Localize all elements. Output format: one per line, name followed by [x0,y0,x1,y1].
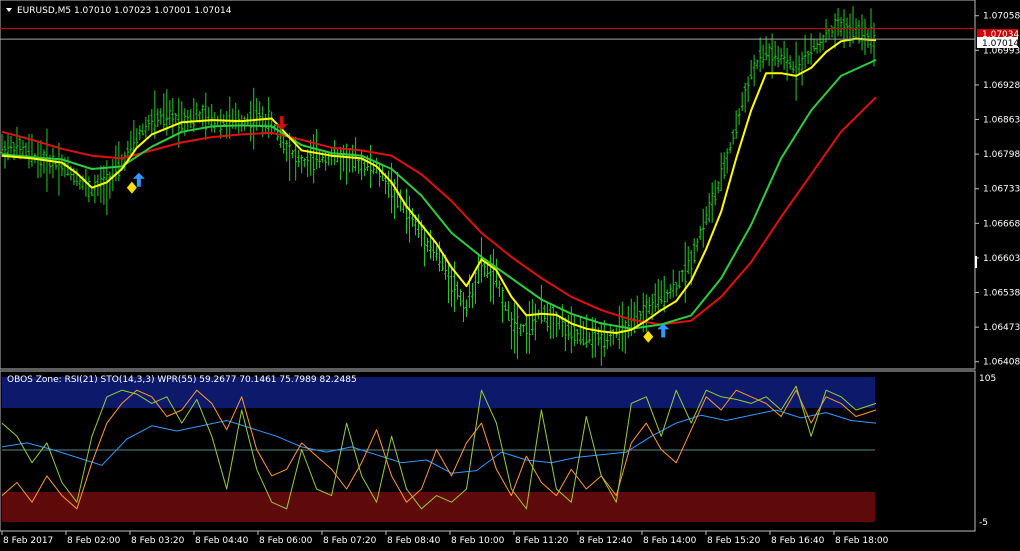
price-tick-label: 1.06733 [983,185,1020,195]
time-tick-label: 8 Feb 11:20 [515,536,569,546]
rsi-line [1,409,877,474]
time-tick-label: 8 Feb 18:00 [835,536,889,546]
trading-chart-window: 1.07058 1.06993 1.06928 1.06863 1.06798 1.067… [0,0,1020,551]
price-scroll-marker[interactable] [975,256,977,268]
main-chart-frame [0,0,976,370]
signal-diamond-icon [126,181,137,194]
price-axis: 1.070581.069931.069281.068631.067981.067… [975,12,1020,368]
symbol-menu-chevron-icon[interactable] [6,8,12,12]
time-tick-label: 8 Feb 16:40 [771,536,825,546]
time-tick-label: 8 Feb 08:40 [387,536,441,546]
indicator-max-label: 105 [979,374,996,384]
indicator-min-label: -5 [979,518,988,528]
time-tick-label: 8 Feb 03:20 [131,536,185,546]
symbol-header: EURUSD,M5 1.07010 1.07023 1.07001 1.0701… [17,6,232,16]
signal-diamond-icon [643,330,654,343]
indicator-header: OBOS Zone: RSI(21) STO(14,3,3) WPR(55) 5… [7,375,357,385]
price-tick-label: 1.06798 [983,150,1020,160]
time-tick-label: 8 Feb 2017 [3,536,53,546]
price-tick-label: 1.06928 [983,81,1020,91]
chart-canvas[interactable]: 1.070581.069931.069281.068631.067981.067… [0,0,1020,551]
price-tick-label: 1.07058 [983,12,1020,22]
time-tick-label: 8 Feb 06:00 [259,536,313,546]
bid-price-tag-text: 1.07014 [982,39,1019,49]
price-tick-label: 1.06408 [983,358,1020,368]
time-tick-label: 8 Feb 12:40 [579,536,633,546]
time-tick-label: 8 Feb 04:40 [195,536,249,546]
price-tick-label: 1.06473 [983,323,1020,333]
time-tick-label: 8 Feb 14:00 [643,536,697,546]
time-tick-label: 8 Feb 02:00 [67,536,121,546]
signals-layer [126,116,670,343]
price-tick-label: 1.06668 [983,219,1020,229]
price-tick-label: 1.06863 [983,116,1020,126]
time-tick-label: 8 Feb 10:00 [451,536,505,546]
time-axis: 8 Feb 2017 8 Feb 02:00 8 Feb 03:20 8 Feb 04… [1,531,889,546]
buy-arrow-icon [132,172,145,187]
price-tick-label: 1.06538 [983,289,1020,299]
price-tick-label: 1.06603 [983,254,1020,264]
time-tick-label: 8 Feb 07:20 [323,536,377,546]
time-tick-label: 8 Feb 15:20 [707,536,761,546]
